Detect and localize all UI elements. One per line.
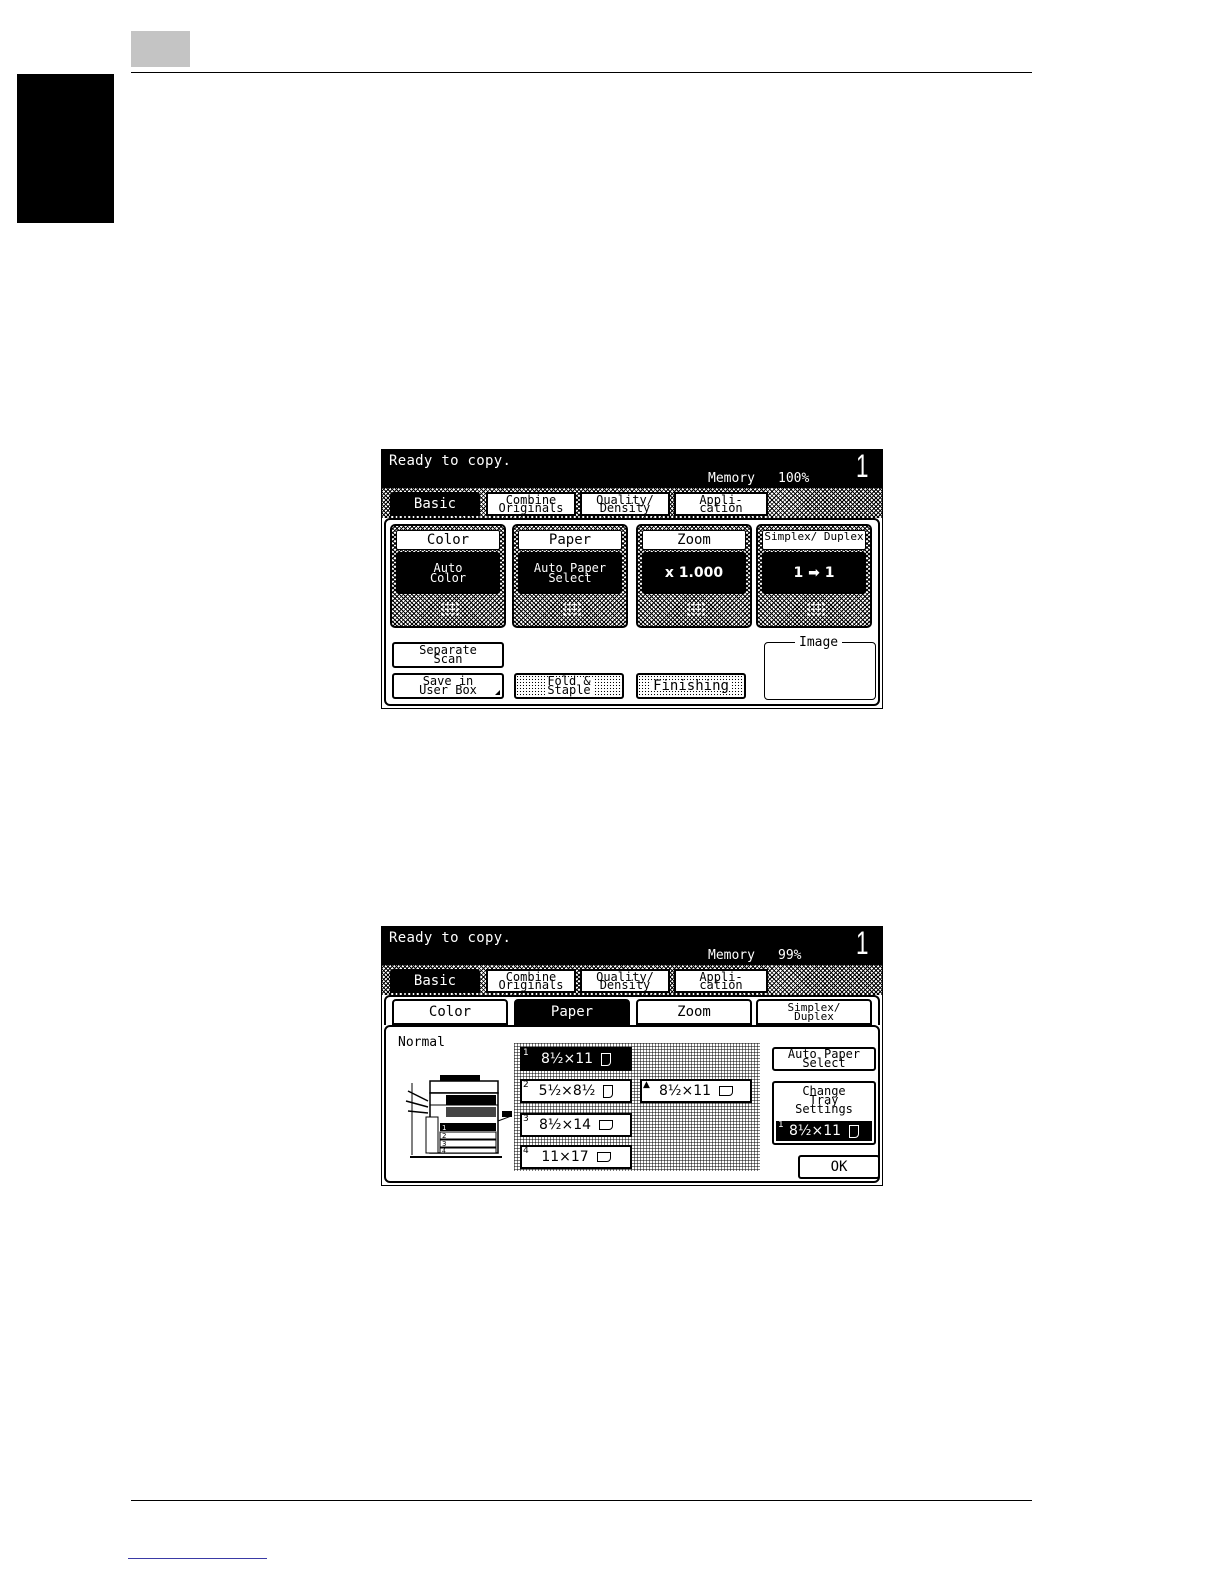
copier-basic-screen: Ready to copy. Memory 100% 1 Basic Combi… xyxy=(381,449,883,709)
tab-basic[interactable]: Basic xyxy=(390,492,480,516)
tray-number: 4 xyxy=(523,1146,529,1156)
current-tray-number: 1 xyxy=(778,1120,784,1130)
subtab-color[interactable]: Color xyxy=(392,999,508,1025)
save-in-user-box-label: Save in User Box xyxy=(419,674,477,697)
separate-scan-button[interactable]: Separate Scan xyxy=(392,642,504,668)
image-preview: Image xyxy=(764,635,876,700)
tray-4-button[interactable]: 4 11×17 xyxy=(520,1145,632,1169)
tab-application[interactable]: Appli- cation xyxy=(674,492,768,516)
status-message: Ready to copy. xyxy=(389,930,512,946)
chapter-tab xyxy=(17,74,114,223)
tab-basic[interactable]: Basic xyxy=(390,969,480,993)
auto-paper-select-button[interactable]: Auto Paper Select xyxy=(772,1047,876,1071)
tab-bar: Basic Combine Originals Quality/ Density… xyxy=(382,488,882,518)
subtab-simplex-duplex[interactable]: Simplex/ Duplex xyxy=(756,999,872,1025)
tray-2-button[interactable]: 2 5½×8½ xyxy=(520,1079,632,1103)
finishing-button[interactable]: Finishing xyxy=(636,673,746,699)
color-key-value: Auto Color xyxy=(396,552,500,594)
page-number-box xyxy=(131,31,190,67)
fold-staple-button[interactable]: Fold & Staple xyxy=(514,673,624,699)
dots-icon xyxy=(440,602,460,618)
tray-1-button[interactable]: 1 8½×11 xyxy=(520,1047,632,1071)
tray-number: 1 xyxy=(523,1048,529,1058)
tray-selection-area: 1 8½×11 2 5½×8½ 3 8½×14 4 11×17 ▲ 8½×11 xyxy=(514,1043,760,1171)
paper-key-value: Auto Paper Select xyxy=(518,552,622,594)
fold-staple-label: Fold & Staple xyxy=(545,674,593,697)
subtab-paper[interactable]: Paper xyxy=(514,999,630,1025)
paper-content: Normal 1 2 3 4 1 8½×11 2 5½×8½ 3 8½×14 4… xyxy=(384,1025,880,1183)
status-bar: Ready to copy. Memory 99% 1 xyxy=(382,927,882,965)
machine-tray-label: 3 xyxy=(442,1140,446,1148)
tray-size: 11×17 xyxy=(541,1149,589,1165)
finishing-label: Finishing xyxy=(651,677,731,694)
bypass-tray-icon: ▲ xyxy=(643,1080,650,1090)
bypass-tray-button[interactable]: ▲ 8½×11 xyxy=(640,1079,752,1103)
copier-paper-screen: Ready to copy. Memory 99% 1 Basic Combin… xyxy=(381,926,883,1186)
copier-machine-icon: 1 2 3 4 xyxy=(405,1075,512,1158)
zoom-key-title: Zoom xyxy=(642,530,746,550)
footer-link xyxy=(128,1558,267,1559)
dots-icon xyxy=(562,602,582,618)
image-label: Image xyxy=(795,635,843,650)
tab-quality-density[interactable]: Quality/ Density xyxy=(580,969,670,993)
header-rule xyxy=(131,72,1032,73)
simplex-duplex-key[interactable]: Simplex/ Duplex 1 ➡ 1 xyxy=(756,524,872,628)
save-in-user-box-button[interactable]: Save in User Box xyxy=(392,673,504,699)
landscape-paper-icon xyxy=(599,1120,614,1130)
machine-tray-label: 4 xyxy=(442,1148,446,1155)
change-tray-settings-button[interactable]: Change Tray Settings 1 8½×11 xyxy=(772,1081,876,1145)
tray-3-button[interactable]: 3 8½×14 xyxy=(520,1113,632,1137)
landscape-paper-icon xyxy=(719,1086,734,1096)
landscape-paper-icon xyxy=(596,1152,611,1162)
tray-number: 3 xyxy=(523,1114,529,1124)
color-key[interactable]: Color Auto Color xyxy=(390,524,506,628)
machine-tray-label: 1 xyxy=(442,1124,446,1132)
status-bar: Ready to copy. Memory 100% 1 xyxy=(382,450,882,488)
portrait-paper-icon xyxy=(601,1052,612,1066)
portrait-paper-icon xyxy=(849,1124,860,1138)
memory-label: Memory xyxy=(708,948,755,963)
copy-count: 1 xyxy=(856,449,869,484)
paper-key-title: Paper xyxy=(518,530,622,550)
paper-type-label: Normal xyxy=(398,1035,445,1050)
subtab-bar: Color Paper Zoom Simplex/ Duplex xyxy=(384,995,880,1025)
machine-tray-label: 2 xyxy=(442,1132,446,1140)
tray-size: 8½×11 xyxy=(540,1051,594,1067)
dots-icon xyxy=(686,602,706,618)
copy-count: 1 xyxy=(856,926,869,961)
portrait-paper-icon xyxy=(603,1084,614,1098)
basic-content: Color Auto Color Paper Auto Paper Select… xyxy=(384,518,880,706)
paper-key[interactable]: Paper Auto Paper Select xyxy=(512,524,628,628)
status-message: Ready to copy. xyxy=(389,453,512,469)
tab-application[interactable]: Appli- cation xyxy=(674,969,768,993)
tray-number: 2 xyxy=(523,1080,529,1090)
tab-combine-originals[interactable]: Combine Originals xyxy=(486,969,576,993)
memory-value: 100% xyxy=(778,471,810,486)
corner-arrow-icon xyxy=(495,690,500,695)
tray-size: 5½×8½ xyxy=(538,1083,596,1099)
memory-label: Memory xyxy=(708,471,755,486)
zoom-key[interactable]: Zoom x 1.000 xyxy=(636,524,752,628)
subtab-zoom[interactable]: Zoom xyxy=(636,999,752,1025)
memory-value: 99% xyxy=(778,948,802,963)
tab-combine-originals[interactable]: Combine Originals xyxy=(486,492,576,516)
tab-quality-density[interactable]: Quality/ Density xyxy=(580,492,670,516)
dots-icon xyxy=(806,602,826,618)
tray-size: 8½×11 xyxy=(658,1083,712,1099)
simplex-duplex-key-value: 1 ➡ 1 xyxy=(762,552,866,594)
color-key-title: Color xyxy=(396,530,500,550)
zoom-key-value: x 1.000 xyxy=(642,552,746,594)
current-tray-display: 1 8½×11 xyxy=(776,1121,872,1141)
tray-size: 8½×14 xyxy=(538,1117,592,1133)
ok-button[interactable]: OK xyxy=(798,1155,880,1179)
simplex-duplex-key-title: Simplex/ Duplex xyxy=(762,530,866,550)
current-tray-size: 8½×11 xyxy=(788,1122,842,1139)
change-tray-settings-label: Change Tray Settings xyxy=(795,1084,853,1116)
footer-rule xyxy=(131,1500,1032,1501)
tab-bar: Basic Combine Originals Quality/ Density… xyxy=(382,965,882,995)
